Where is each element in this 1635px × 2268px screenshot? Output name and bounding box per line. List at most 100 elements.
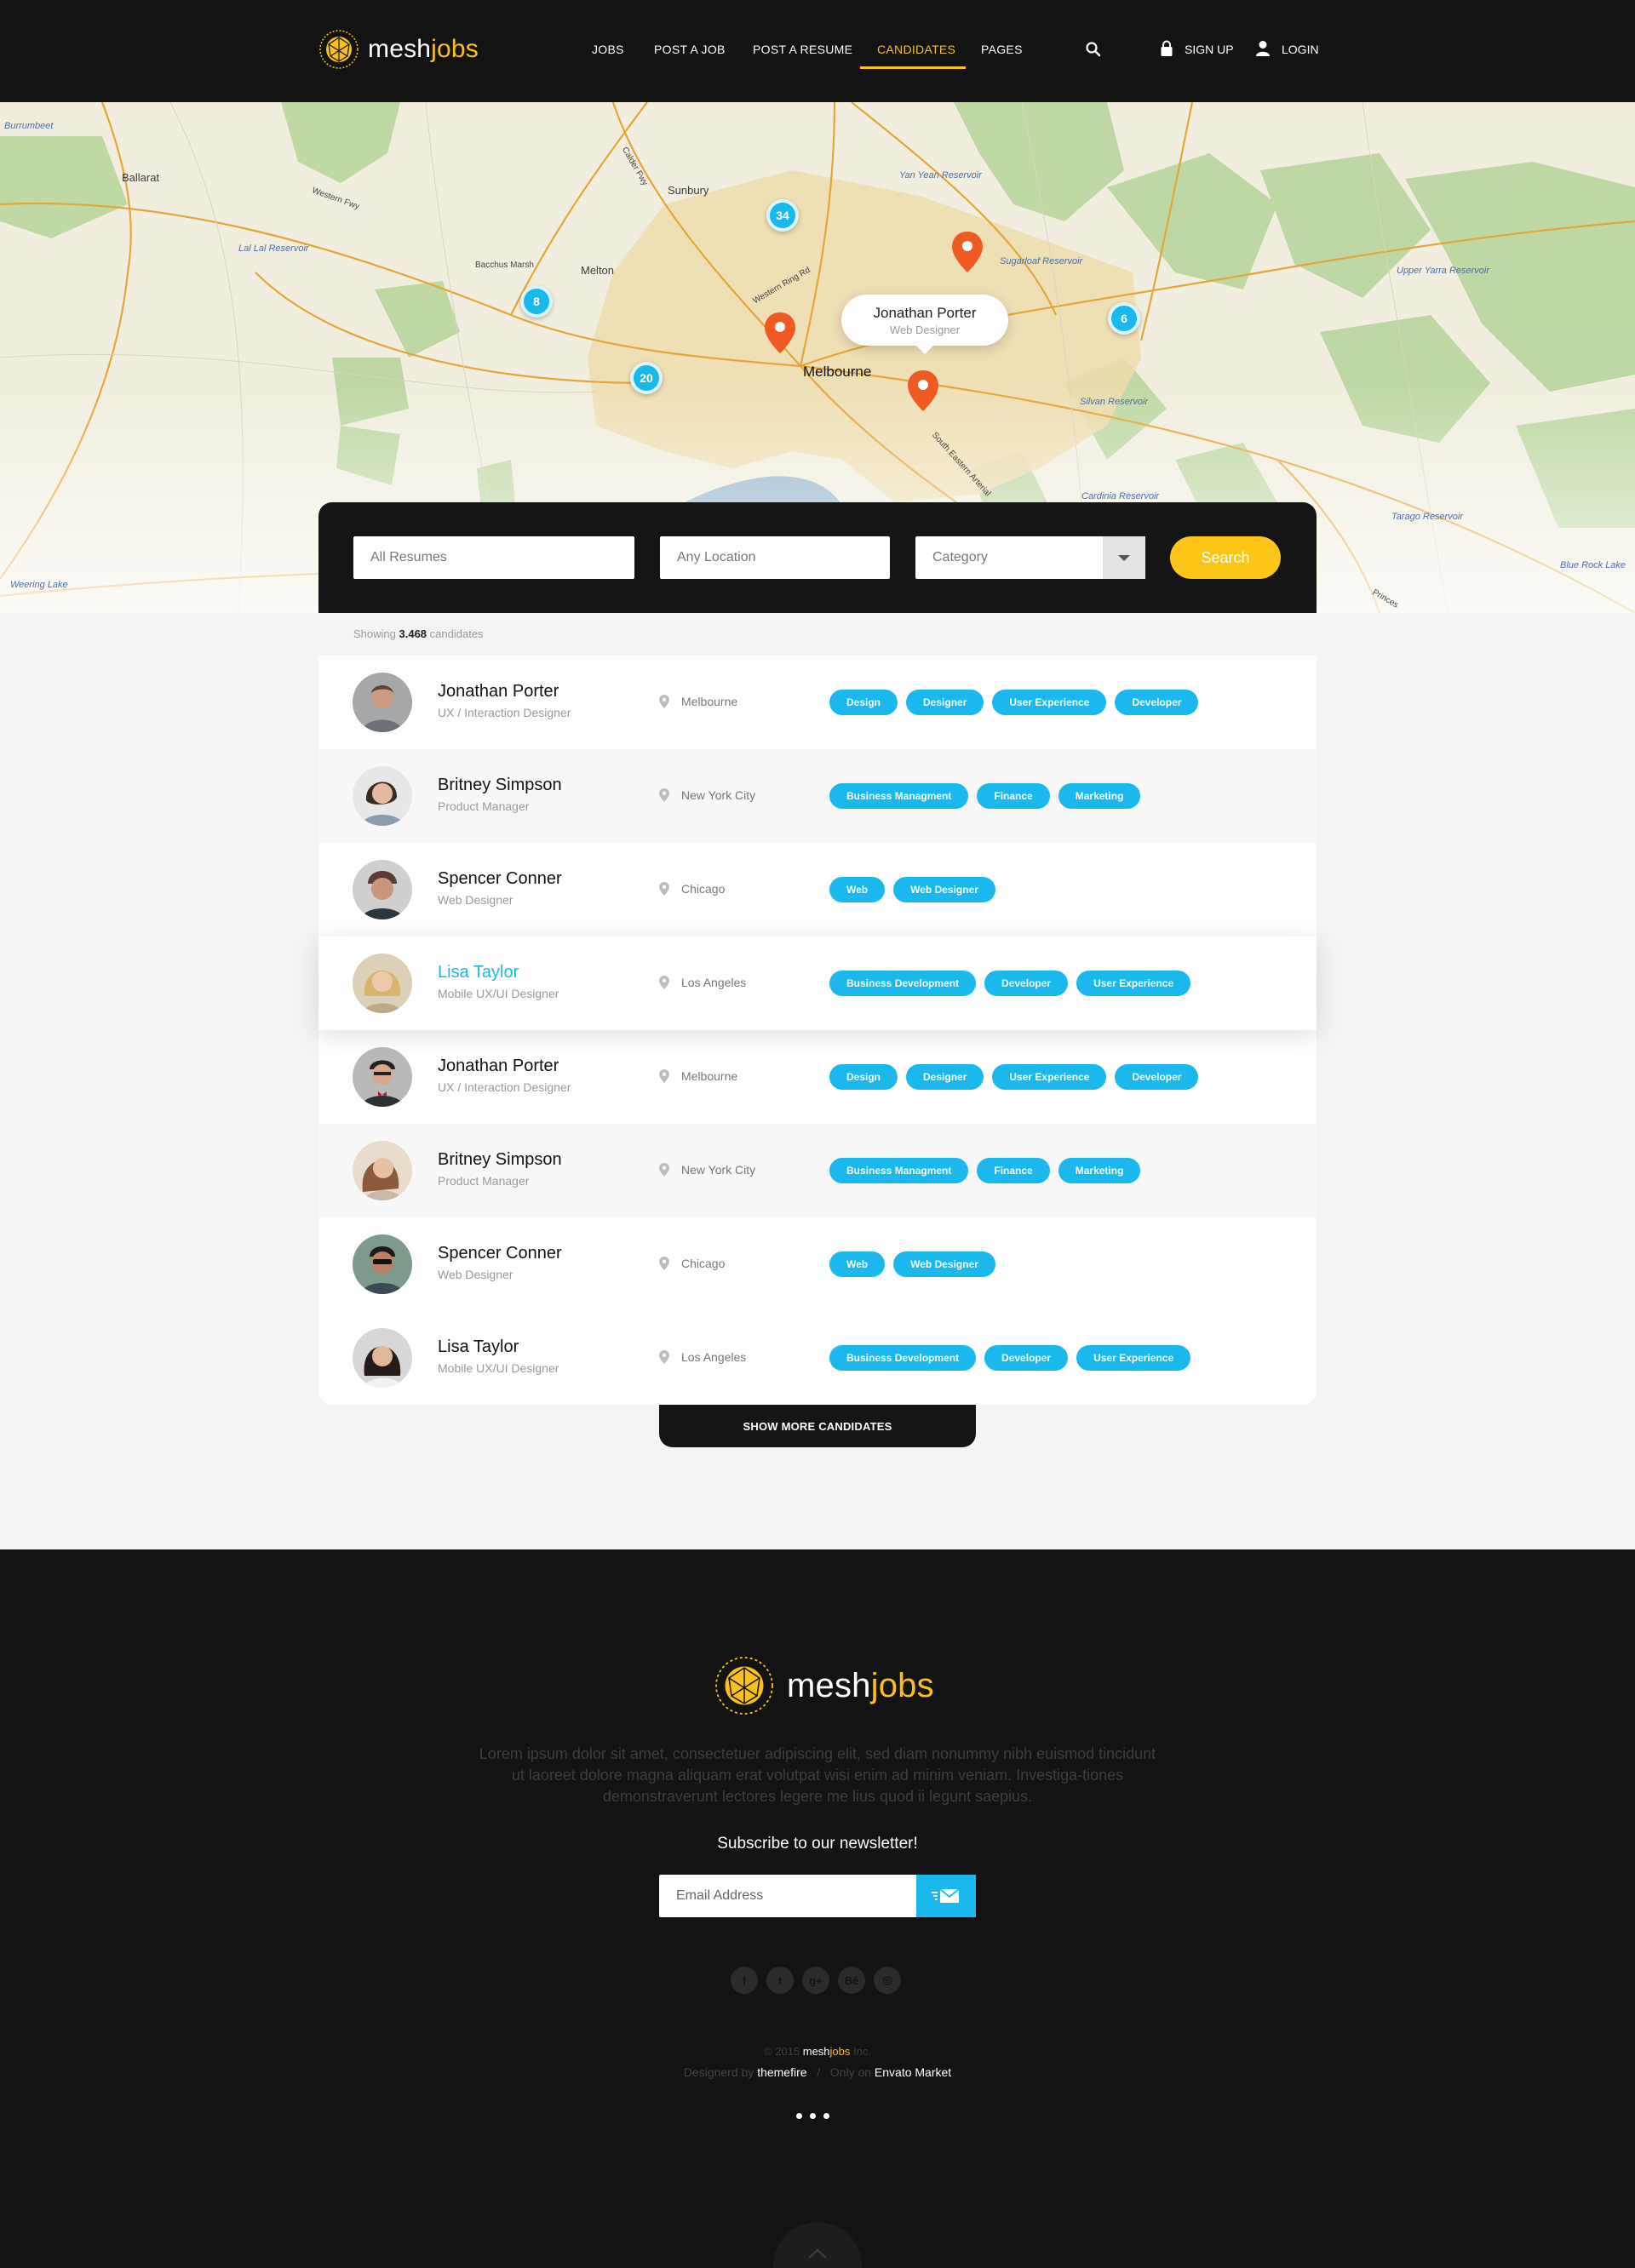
skill-tag[interactable]: Business Development — [829, 971, 977, 996]
nav-post-a-job[interactable]: POST A JOB — [654, 43, 726, 56]
skill-tag[interactable]: Marketing — [1058, 1158, 1141, 1183]
search-icon[interactable] — [1085, 41, 1102, 58]
candidate-role: Web Designer — [438, 1268, 513, 1281]
avatar[interactable] — [353, 1047, 412, 1107]
candidate-name[interactable]: Lisa Taylor — [438, 963, 519, 982]
candidate-name[interactable]: Spencer Conner — [438, 1244, 562, 1263]
twitter-icon[interactable]: t — [766, 1967, 794, 1994]
show-more-button[interactable]: SHOW MORE CANDIDATES — [659, 1405, 976, 1447]
map-cluster[interactable]: 6 — [1108, 302, 1140, 335]
map-cluster[interactable]: 8 — [520, 285, 553, 318]
designer-link[interactable]: themefire — [757, 2065, 806, 2079]
newsletter-email-input[interactable]: Email Address — [659, 1875, 916, 1917]
avatar[interactable] — [353, 766, 412, 826]
brand-logo[interactable]: meshjobs — [318, 29, 479, 70]
skill-tag[interactable]: Web — [829, 1251, 886, 1277]
map-label-bacchus: Bacchus Marsh — [475, 261, 534, 270]
nav-jobs[interactable]: JOBS — [592, 43, 624, 56]
signup-link[interactable]: SIGN UP — [1185, 43, 1234, 56]
top-navbar: meshjobs JOBS POST A JOB POST A RESUME C… — [0, 0, 1635, 102]
nav-candidates[interactable]: CANDIDATES — [877, 43, 955, 56]
skill-tags: Web Web Designer — [829, 877, 995, 902]
back-to-top-button[interactable] — [773, 2222, 862, 2268]
map-pin-icon[interactable] — [950, 230, 984, 274]
skill-tag[interactable]: Developer — [1115, 690, 1199, 715]
chevron-up-icon — [808, 2248, 827, 2259]
map-popup[interactable]: Jonathan Porter Web Designer — [841, 295, 1008, 354]
category-select[interactable]: Category — [915, 536, 1145, 579]
dribbble-icon[interactable]: ◎ — [874, 1967, 901, 1994]
skill-tags: Business Development Developer User Expe… — [829, 971, 1191, 996]
skill-tag[interactable]: Designer — [906, 690, 984, 715]
skill-tag[interactable]: Design — [829, 690, 898, 715]
candidate-name[interactable]: Jonathan Porter — [438, 682, 559, 702]
category-select-value: Category — [932, 550, 988, 564]
candidate-row[interactable]: Britney Simpson Product Manager New York… — [318, 749, 1317, 843]
footer-logo[interactable]: meshjobs — [714, 1655, 934, 1716]
map-pin-icon[interactable] — [763, 311, 797, 355]
skill-tag[interactable]: Finance — [977, 783, 1050, 809]
candidate-name[interactable]: Lisa Taylor — [438, 1337, 519, 1357]
avatar[interactable] — [353, 860, 412, 919]
behance-icon[interactable]: Bē — [838, 1967, 865, 1994]
skill-tag[interactable]: Web Designer — [893, 1251, 995, 1277]
skill-tag[interactable]: User Experience — [992, 690, 1107, 715]
candidate-name[interactable]: Britney Simpson — [438, 1150, 562, 1170]
chevron-down-icon[interactable] — [1103, 536, 1145, 579]
candidate-row[interactable]: Lisa Taylor Mobile UX/UI Designer Los An… — [318, 936, 1317, 1030]
avatar[interactable] — [353, 1328, 412, 1388]
candidate-name[interactable]: Spencer Conner — [438, 869, 562, 889]
candidate-row[interactable]: Jonathan Porter UX / Interaction Designe… — [318, 656, 1317, 749]
map-label-tarago: Tarago Reservoir — [1391, 512, 1463, 522]
facebook-icon[interactable]: f — [731, 1967, 758, 1994]
nav-pages[interactable]: PAGES — [981, 43, 1023, 56]
market-link[interactable]: Envato Market — [875, 2065, 951, 2079]
skill-tag[interactable]: Business Managment — [829, 1158, 969, 1183]
avatar[interactable] — [353, 1141, 412, 1200]
location-pin-icon — [659, 976, 669, 989]
skill-tag[interactable]: Developer — [984, 1345, 1069, 1371]
candidate-row[interactable]: Lisa Taylor Mobile UX/UI Designer Los An… — [318, 1311, 1317, 1405]
map-cluster[interactable]: 20 — [630, 362, 663, 394]
map-label-sunbury: Sunbury — [668, 184, 709, 197]
skill-tag[interactable]: User Experience — [992, 1064, 1107, 1090]
google-plus-icon[interactable]: g+ — [802, 1967, 829, 1994]
skill-tag[interactable]: Business Development — [829, 1345, 977, 1371]
skill-tag[interactable]: Developer — [984, 971, 1069, 996]
skill-tag[interactable]: Business Managment — [829, 783, 969, 809]
newsletter-title: Subscribe to our newsletter! — [717, 1835, 918, 1853]
avatar[interactable] — [353, 1234, 412, 1294]
candidate-row[interactable]: Britney Simpson Product Manager New York… — [318, 1124, 1317, 1217]
search-button[interactable]: Search — [1170, 536, 1281, 579]
location-input[interactable]: Any Location — [660, 536, 890, 579]
candidate-name[interactable]: Britney Simpson — [438, 776, 562, 795]
credits: Designerd by themefire / Only on Envato … — [683, 2065, 952, 2079]
newsletter-submit-button[interactable] — [916, 1875, 976, 1917]
skill-tag[interactable]: User Experience — [1076, 1345, 1191, 1371]
skill-tag[interactable]: Design — [829, 1064, 898, 1090]
candidate-row[interactable]: Jonathan Porter UX / Interaction Designe… — [318, 1030, 1317, 1124]
skill-tag[interactable]: Designer — [906, 1064, 984, 1090]
skill-tag[interactable]: User Experience — [1076, 971, 1191, 996]
logo-mark-icon — [319, 30, 359, 69]
skill-tag[interactable]: Finance — [977, 1158, 1050, 1183]
login-link[interactable]: LOGIN — [1282, 43, 1319, 56]
nav-post-a-resume[interactable]: POST A RESUME — [753, 43, 852, 56]
avatar[interactable] — [353, 673, 412, 732]
skill-tag[interactable]: Web — [829, 877, 886, 902]
candidate-location: New York City — [659, 1163, 755, 1177]
location-pin-icon — [659, 1069, 669, 1083]
candidate-row[interactable]: Spencer Conner Web Designer Chicago Web … — [318, 843, 1317, 936]
candidate-role: Mobile UX/UI Designer — [438, 987, 559, 1000]
skill-tag[interactable]: Web Designer — [893, 877, 995, 902]
lock-icon — [1161, 40, 1173, 56]
candidate-row[interactable]: Spencer Conner Web Designer Chicago Web … — [318, 1217, 1317, 1311]
skill-tag[interactable]: Marketing — [1058, 783, 1141, 809]
map-label-upperyarra: Upper Yarra Reservoir — [1397, 266, 1490, 276]
skill-tag[interactable]: Developer — [1115, 1064, 1199, 1090]
avatar[interactable] — [353, 954, 412, 1013]
map-pin-icon[interactable] — [906, 369, 940, 413]
map-cluster[interactable]: 34 — [766, 199, 799, 232]
keywords-input[interactable]: All Resumes — [353, 536, 634, 579]
candidate-name[interactable]: Jonathan Porter — [438, 1057, 559, 1076]
